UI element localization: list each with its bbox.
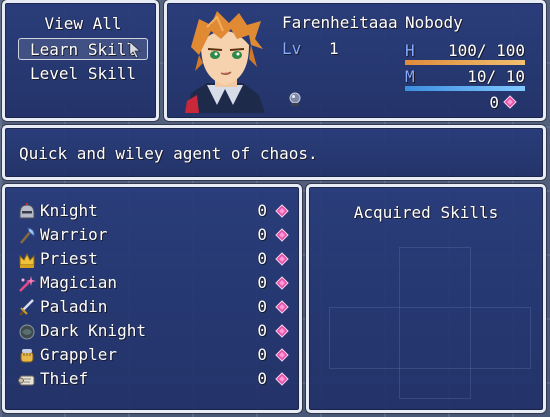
command-learn-skill-label: Learn Skill <box>30 40 136 59</box>
jp-gem-icon <box>275 324 289 338</box>
pointer-cursor-icon <box>129 41 142 59</box>
actor-face-portrait <box>177 9 273 113</box>
class-list-window: Knight 0 Warrior 0 Priest 0 Magician 0 P… <box>2 184 302 413</box>
class-row-magician[interactable]: Magician 0 <box>15 271 293 295</box>
hp-gauge <box>405 60 525 65</box>
hp-gauge-fill <box>405 60 525 65</box>
actor-class: Nobody <box>405 13 463 32</box>
axe-icon <box>20 227 35 244</box>
class-row-warrior[interactable]: Warrior 0 <box>15 223 293 247</box>
mp-gauge <box>405 86 525 91</box>
class-name: Priest <box>40 249 98 268</box>
hp-label: H <box>405 41 415 60</box>
class-name: Magician <box>40 273 118 292</box>
class-jp: 0 <box>257 201 267 220</box>
actor-status-window: Farenheitaaa Nobody Lv 1 H 100/ 100 M 10… <box>164 0 546 121</box>
helmet-icon <box>19 203 35 219</box>
acquired-skills-title: Acquired Skills <box>353 203 499 222</box>
jp-gem-icon <box>275 276 289 290</box>
class-jp: 0 <box>257 273 267 292</box>
command-window: View All Learn Skill Level Skill <box>2 0 159 121</box>
class-jp: 0 <box>257 225 267 244</box>
class-row-knight[interactable]: Knight 0 <box>15 199 293 223</box>
class-row-thief[interactable]: Thief 0 <box>15 367 293 391</box>
class-jp: 0 <box>257 321 267 340</box>
class-row-priest[interactable]: Priest 0 <box>15 247 293 271</box>
level-label: Lv <box>282 39 302 58</box>
class-name: Grappler <box>40 345 118 364</box>
command-view-all-label: View All <box>44 14 122 33</box>
fist-icon <box>20 349 34 363</box>
jp-gem-icon <box>275 204 289 218</box>
command-learn-skill[interactable]: Learn Skill <box>18 38 148 60</box>
class-name: Knight <box>40 201 98 220</box>
jp-gem-icon <box>275 300 289 314</box>
jp-gem-icon <box>275 228 289 242</box>
command-level-skill[interactable]: Level Skill <box>18 63 148 85</box>
class-name: Paladin <box>40 297 108 316</box>
class-row-paladin[interactable]: Paladin 0 <box>15 295 293 319</box>
magic-burst-icon <box>19 276 36 292</box>
help-window: Quick and wiley agent of chaos. <box>2 125 546 180</box>
class-jp: 0 <box>257 249 267 268</box>
acquired-skills-window: Acquired Skills <box>306 184 546 413</box>
dark-orb-icon <box>19 324 35 340</box>
crystal-orb-icon <box>289 92 301 106</box>
crown-icon <box>19 252 35 268</box>
sword-icon <box>19 299 34 316</box>
help-text: Quick and wiley agent of chaos. <box>19 144 318 163</box>
command-level-skill-label: Level Skill <box>30 64 136 83</box>
class-row-grappler[interactable]: Grappler 0 <box>15 343 293 367</box>
class-jp: 0 <box>257 369 267 388</box>
scroll-icon <box>18 375 35 386</box>
hp-value: 100/ 100 <box>447 41 525 60</box>
jp-gem-icon <box>503 95 517 109</box>
class-jp: 0 <box>257 345 267 364</box>
class-name: Dark Knight <box>40 321 146 340</box>
mp-gauge-fill <box>405 86 525 91</box>
background-tile <box>329 307 531 369</box>
jp-gem-icon <box>275 252 289 266</box>
level-value: 1 <box>329 39 339 58</box>
jp-gem-icon <box>275 372 289 386</box>
mp-label: M <box>405 67 415 86</box>
class-row-dark-knight[interactable]: Dark Knight 0 <box>15 319 293 343</box>
jp-total: 0 <box>489 93 499 112</box>
mp-value: 10/ 10 <box>467 67 525 86</box>
class-name: Warrior <box>40 225 108 244</box>
class-name: Thief <box>40 369 89 388</box>
class-jp: 0 <box>257 297 267 316</box>
jp-gem-icon <box>275 348 289 362</box>
command-view-all[interactable]: View All <box>18 13 148 35</box>
actor-name: Farenheitaaa <box>282 13 398 32</box>
